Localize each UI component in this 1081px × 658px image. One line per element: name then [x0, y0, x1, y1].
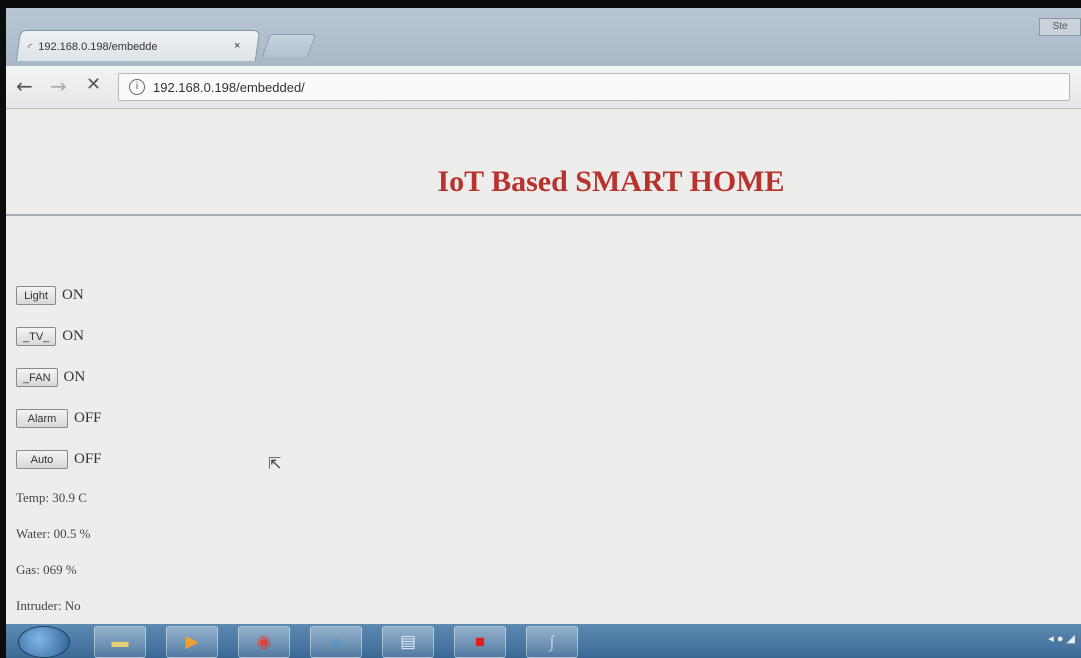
browser-tab-content: ◜ 192.168.0.198/embedde	[28, 36, 158, 58]
tab-strip: ◜ 192.168.0.198/embedde × Ste	[6, 8, 1081, 66]
back-arrow-icon[interactable]: ←	[16, 74, 33, 98]
tv-state: ON	[62, 328, 84, 344]
fan-button[interactable]: _FAN	[16, 368, 58, 387]
tv-button[interactable]: _TV_	[16, 327, 57, 346]
screen: ◜ 192.168.0.198/embedde × Ste ← → ✕ i 19…	[6, 8, 1081, 658]
auto-state: OFF	[74, 451, 102, 467]
title-divider	[6, 214, 1081, 216]
control-row-tv: _TV_ ON	[16, 316, 102, 357]
stop-loading-icon[interactable]: ✕	[86, 74, 101, 95]
taskbar: ▬ ▶ ◉ e ▤ ■ ∫ ◂ ● ◢	[6, 624, 1081, 658]
intruder-reading: Intruder: No	[16, 598, 81, 613]
light-button[interactable]: Light	[16, 286, 56, 305]
web-page: IoT Based SMART HOME Light ON _TV_ ON _F…	[6, 109, 1081, 624]
new-tab-button[interactable]	[261, 34, 317, 57]
url-text[interactable]: 192.168.0.198/embedded/	[153, 80, 305, 95]
temperature-reading: Temp: 30.9 C	[16, 490, 87, 505]
device-controls: Light ON _TV_ ON _FAN ON Alarm OFF Auto …	[16, 275, 102, 624]
fan-state: ON	[63, 369, 86, 385]
window-control-button[interactable]: Ste	[1039, 18, 1081, 36]
chrome-icon[interactable]: ◉	[238, 626, 290, 658]
address-bar[interactable]: i 192.168.0.198/embedded/	[118, 73, 1070, 101]
signature-app-icon[interactable]: ∫	[526, 626, 578, 658]
control-row-fan: _FAN ON	[16, 357, 102, 398]
explorer-icon[interactable]: ▬	[94, 626, 146, 658]
water-reading: Water: 00.5 %	[16, 526, 91, 541]
forward-arrow-icon[interactable]: →	[50, 74, 67, 98]
tab-title: 192.168.0.198/embedde	[38, 41, 158, 53]
loading-icon: ◜	[28, 41, 33, 54]
document-icon[interactable]: ▤	[382, 626, 434, 658]
media-player-icon[interactable]: ▶	[166, 626, 218, 658]
page-title: IoT Based SMART HOME	[437, 165, 785, 198]
control-row-light: Light ON	[16, 275, 102, 316]
internet-explorer-icon[interactable]: e	[310, 626, 362, 658]
browser-toolbar: ← → ✕ i 192.168.0.198/embedded/	[6, 66, 1081, 109]
mouse-pointer-icon: ⇱	[268, 454, 282, 473]
light-state: ON	[62, 287, 84, 303]
control-row-alarm: Alarm OFF	[16, 398, 102, 439]
system-tray[interactable]: ◂ ● ◢	[1048, 632, 1075, 645]
control-row-auto: Auto OFF	[16, 439, 102, 480]
auto-button[interactable]: Auto	[16, 450, 68, 469]
alarm-button[interactable]: Alarm	[16, 409, 68, 428]
tab-close-icon[interactable]: ×	[234, 40, 240, 52]
acrobat-icon[interactable]: ■	[454, 626, 506, 658]
gas-reading: Gas: 069 %	[16, 562, 77, 577]
alarm-state: OFF	[74, 410, 102, 426]
info-icon[interactable]: i	[129, 79, 145, 95]
windows-start-icon[interactable]	[18, 626, 70, 658]
